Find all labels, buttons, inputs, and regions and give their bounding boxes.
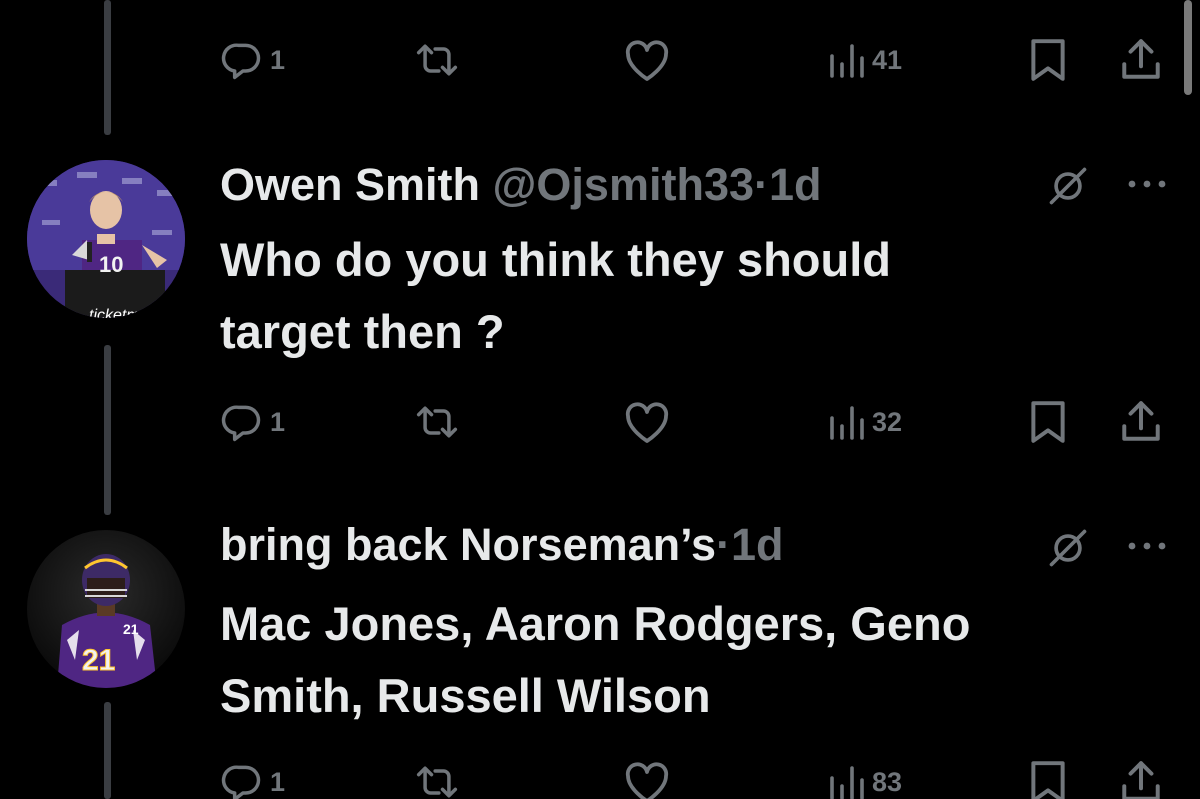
author-name[interactable]: Owen Smith [220, 159, 480, 210]
reply-count: 1 [270, 44, 286, 75]
author-handle[interactable]: @Ojsmith33 [493, 159, 754, 210]
heart-icon [625, 402, 669, 443]
share-icon [1122, 39, 1160, 79]
repost-button[interactable] [412, 30, 468, 90]
svg-text:10: 10 [99, 252, 123, 277]
avatar[interactable]: 10 ticketm [27, 160, 185, 318]
tweet-text-line: Who do you think they should [220, 233, 891, 286]
reply-icon [221, 43, 261, 80]
views-icon [830, 406, 864, 440]
reply-count: 1 [270, 406, 286, 437]
bookmark-button[interactable] [1028, 392, 1068, 452]
timestamp[interactable]: 1d [731, 519, 784, 570]
svg-text:21: 21 [82, 644, 115, 677]
views-button[interactable]: 32 [826, 392, 902, 452]
reply-button[interactable]: 1 [220, 392, 285, 452]
tweet-action-bar: 1 32 [0, 392, 1200, 452]
separator-dot: · [754, 159, 769, 210]
svg-text:ticketm: ticketm [89, 307, 140, 318]
reply-count: 1 [270, 766, 286, 797]
tweet-header: Owen Smith @Ojsmith33·1d [220, 158, 822, 212]
separator-dot: · [716, 519, 731, 570]
reply-button[interactable]: 1 [220, 30, 285, 90]
bookmark-icon [1031, 39, 1065, 81]
repost-icon [416, 44, 458, 76]
views-icon [830, 766, 864, 799]
like-button[interactable] [623, 752, 677, 799]
reply-icon [221, 405, 261, 442]
share-button[interactable] [1118, 392, 1164, 452]
tweet-text-line: Mac Jones, Aaron Rodgers, Geno [220, 597, 971, 650]
like-button[interactable] [623, 30, 677, 90]
reply-button[interactable]: 1 [220, 752, 285, 799]
heart-icon [625, 762, 669, 799]
views-icon [830, 44, 864, 78]
share-button[interactable] [1118, 752, 1164, 799]
bookmark-button[interactable] [1028, 30, 1068, 90]
avatar[interactable]: 21 21 [27, 530, 185, 688]
repost-icon [416, 766, 458, 798]
author-name[interactable]: bring back Norseman’s [220, 519, 716, 570]
tweet-action-bar: 1 41 [0, 30, 1200, 90]
views-count: 32 [872, 406, 903, 437]
tweet-text: Mac Jones, Aaron Rodgers, Geno Smith, Ru… [220, 588, 970, 732]
tweet-text-line: Smith, Russell Wilson [220, 669, 711, 722]
repost-button[interactable] [412, 752, 468, 799]
tweet-text: Who do you think they should target then… [220, 224, 891, 368]
svg-text:21: 21 [123, 621, 139, 637]
tweet-action-bar: 1 83 [0, 752, 1200, 799]
share-icon [1122, 761, 1160, 799]
views-count: 83 [872, 766, 903, 797]
repost-button[interactable] [412, 392, 468, 452]
grok-icon[interactable] [1046, 164, 1090, 213]
more-icon[interactable] [1126, 172, 1168, 201]
timeline: 1 41 10 ticketm Owen Smith @Ojsmith33·1d… [0, 0, 1200, 799]
views-button[interactable]: 83 [826, 752, 902, 799]
tweet-text-line: target then ? [220, 305, 505, 358]
bookmark-icon [1031, 761, 1065, 799]
repost-icon [416, 406, 458, 438]
like-button[interactable] [623, 392, 677, 452]
share-button[interactable] [1118, 30, 1164, 90]
share-icon [1122, 401, 1160, 441]
bookmark-button[interactable] [1028, 752, 1068, 799]
grok-icon[interactable] [1046, 526, 1090, 575]
reply-icon [221, 765, 261, 799]
bookmark-icon [1031, 401, 1065, 443]
timestamp[interactable]: 1d [769, 159, 822, 210]
more-icon[interactable] [1126, 534, 1168, 563]
tweet-header: bring back Norseman’s·1d [220, 518, 784, 572]
heart-icon [625, 40, 669, 81]
views-count: 41 [872, 44, 903, 75]
views-button[interactable]: 41 [826, 30, 902, 90]
